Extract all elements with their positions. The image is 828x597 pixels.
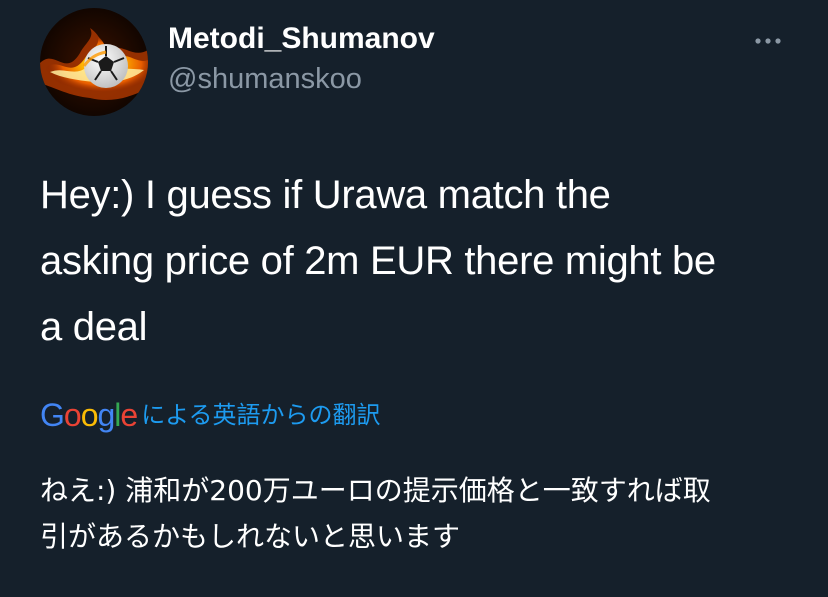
translated-text-line: 引があるかもしれないと思います [40,520,461,553]
translation-label: による英語からの翻訳 [141,401,381,429]
translated-text-line: ねえ:) 浦和が200万ユーロの提示価格と一致すれば取 [40,474,711,507]
tweet-text: Hey:) I guess if Urawa match the asking … [40,162,810,360]
author-avatar[interactable] [40,8,148,116]
author-handle[interactable]: @shumanskoo [168,63,362,96]
tweet-text-line: asking price of 2m EUR there might be [40,239,716,283]
translated-text: ねえ:) 浦和が200万ユーロの提示価格と一致すれば取 引があるかもしれないと思… [40,468,810,560]
more-options-icon[interactable] [750,30,790,52]
tweet-text-line: Hey:) I guess if Urawa match the [40,173,611,217]
translation-attribution-link[interactable]: Google による英語からの翻訳 [40,395,380,435]
author-display-name[interactable]: Metodi_Shumanov [168,22,435,56]
flaming-soccer-ball-avatar-icon [40,8,148,116]
tweet-text-line: a deal [40,305,148,349]
google-logo: Google [40,397,138,433]
